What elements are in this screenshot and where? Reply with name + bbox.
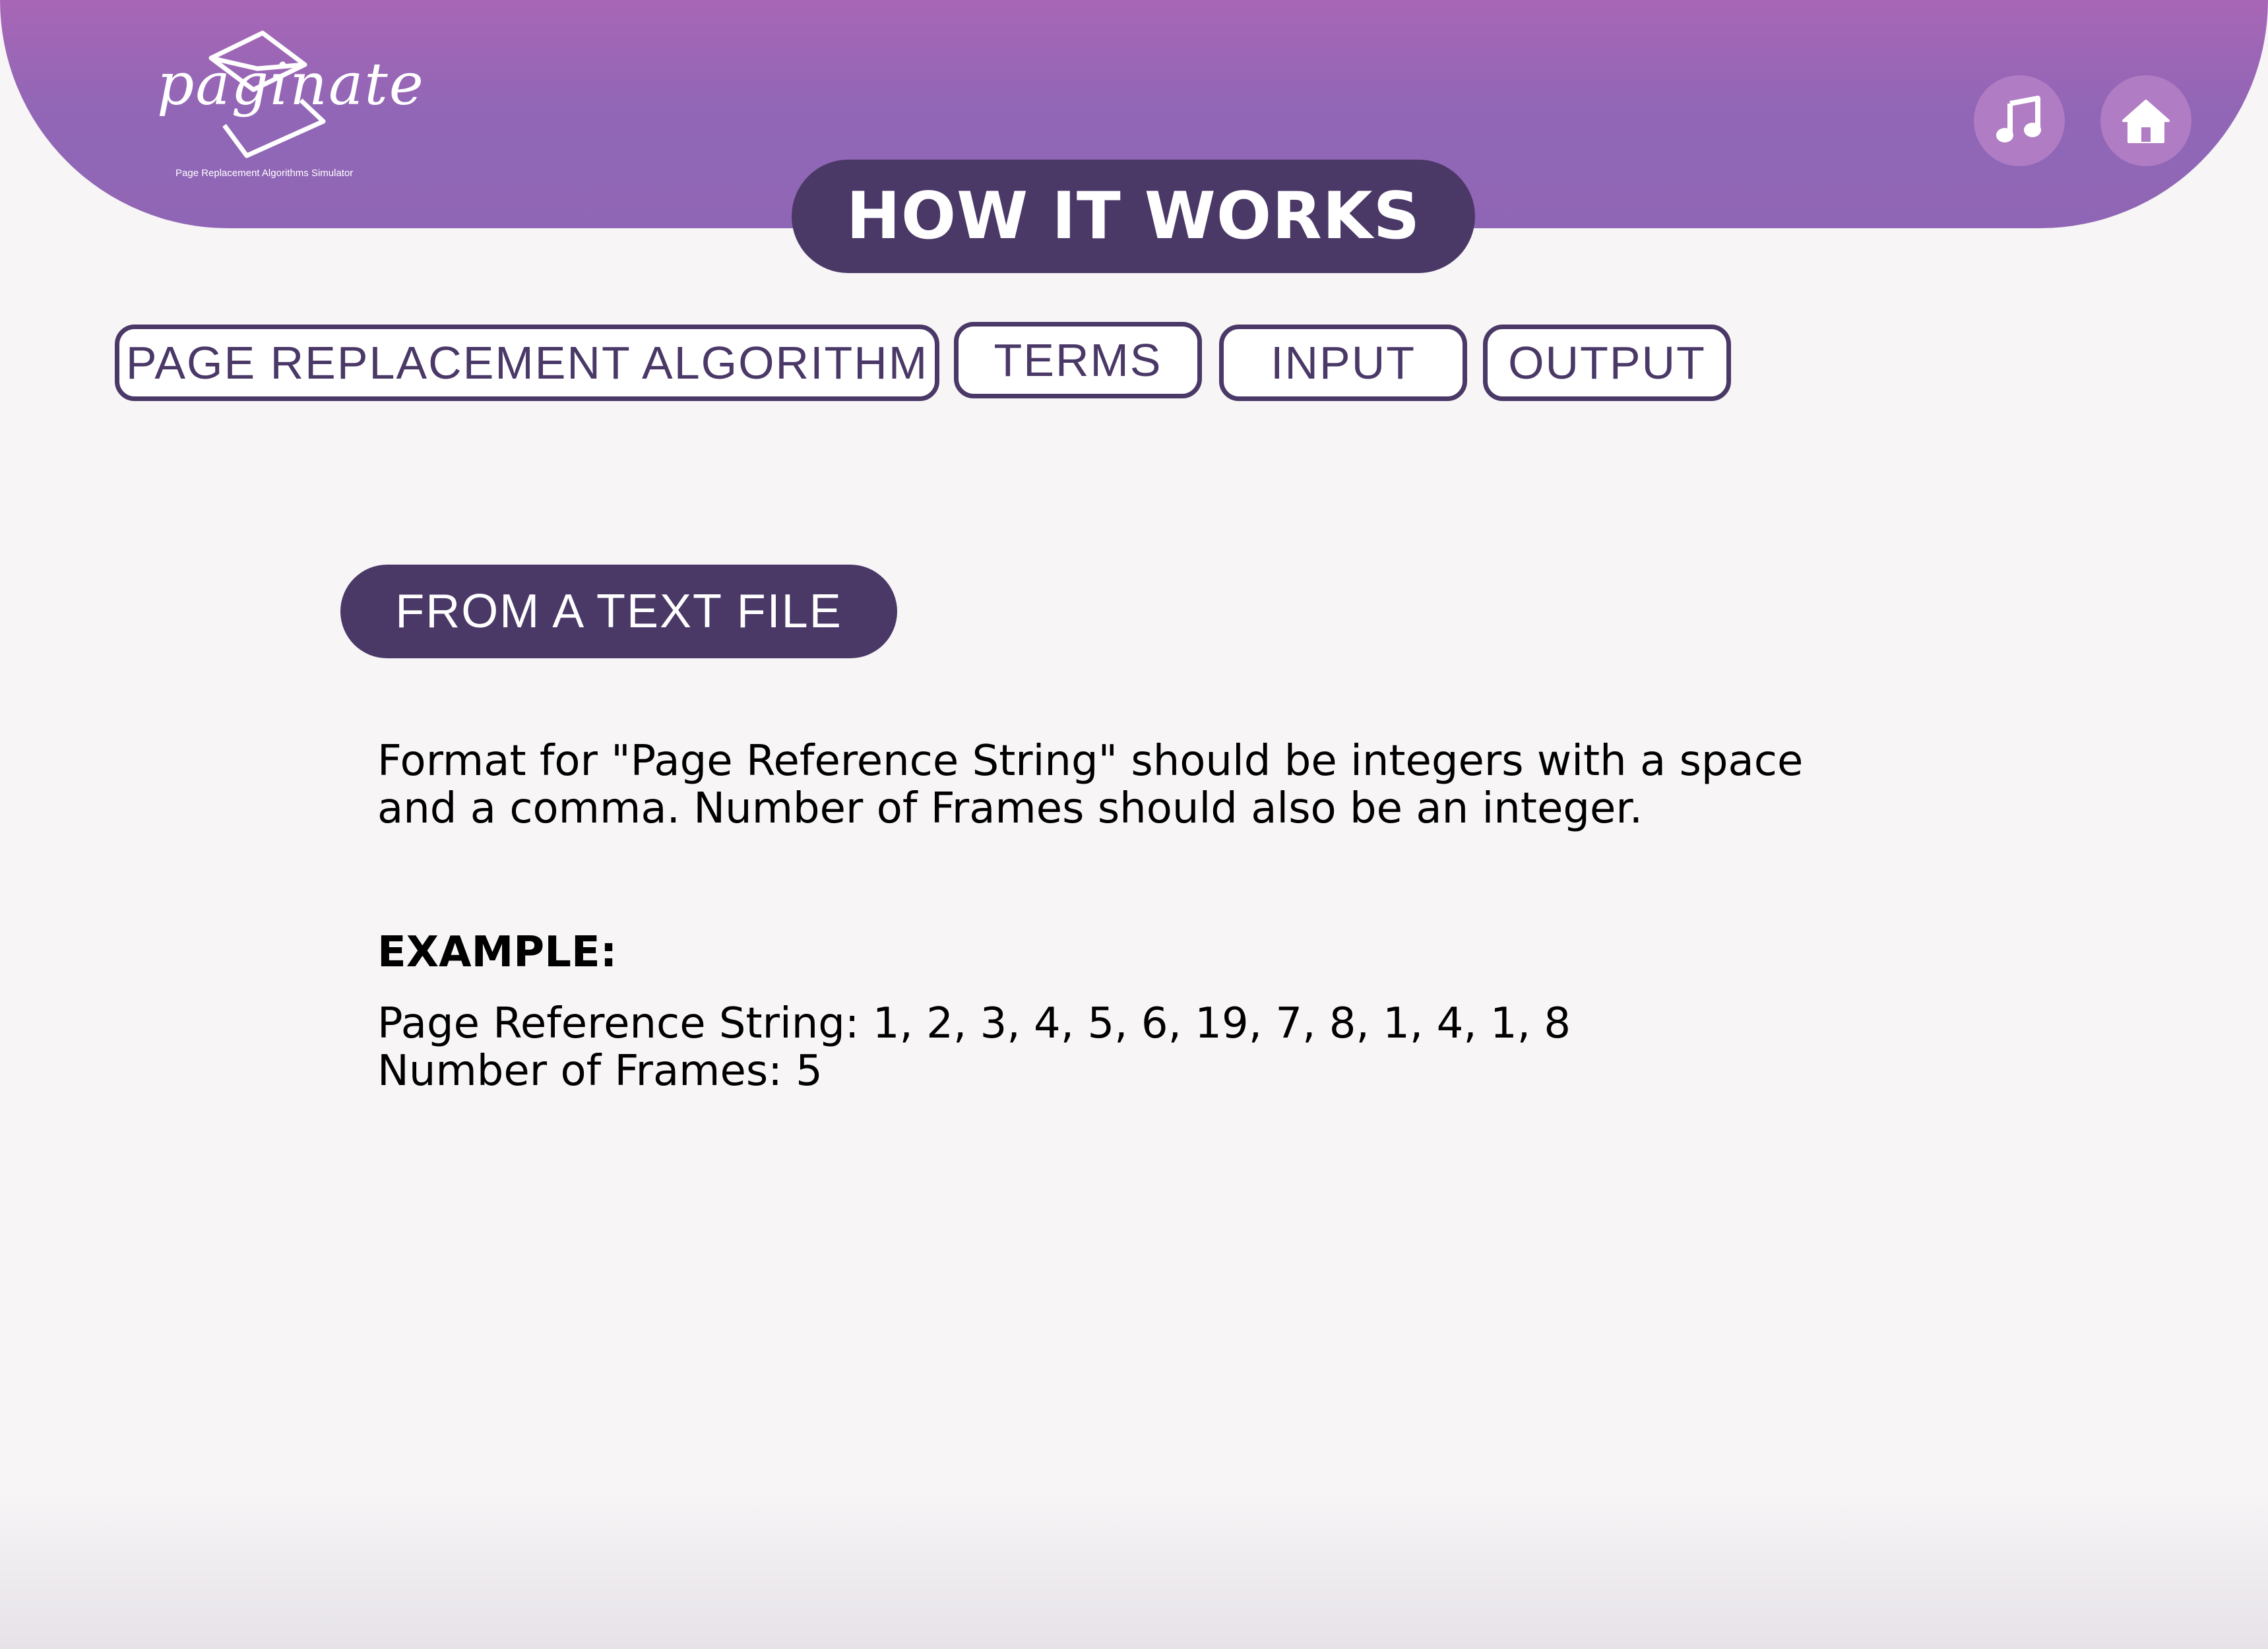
logo-wordmark: paginate [157, 50, 425, 118]
tab-input[interactable]: INPUT [1219, 325, 1467, 401]
example-number-of-frames: Number of Frames: 5 [377, 1047, 823, 1096]
format-description: Format for "Page Reference String" shoul… [377, 737, 1803, 832]
example-heading: EXAMPLE: [377, 928, 617, 977]
format-line: Format for "Page Reference String" shoul… [377, 737, 1804, 786]
example-page-reference-string: Page Reference String: 1, 2, 3, 4, 5, 6,… [377, 999, 1571, 1048]
format-line: and a comma. Number of Frames should als… [377, 784, 1643, 833]
tab-terms[interactable]: TERMS [954, 322, 1202, 398]
bottom-shade [0, 1491, 2268, 1649]
page-title: HOW IT WORKS [792, 160, 1475, 273]
home-button[interactable] [2100, 75, 2191, 166]
logo-tagline: Page Replacement Algorithms Simulator [175, 168, 354, 179]
section-title: FROM A TEXT FILE [340, 565, 897, 658]
example-block: Page Reference String: 1, 2, 3, 4, 5, 6,… [377, 1000, 1571, 1095]
music-button[interactable] [1974, 75, 2065, 166]
home-icon [2122, 100, 2170, 143]
tab-page-replacement-algorithm[interactable]: PAGE REPLACEMENT ALGORITHM [115, 325, 939, 401]
music-note-icon [1996, 96, 2041, 142]
tab-output[interactable]: OUTPUT [1483, 325, 1731, 401]
app-logo[interactable]: paginate Page Replacement Algorithms Sim… [152, 26, 424, 185]
